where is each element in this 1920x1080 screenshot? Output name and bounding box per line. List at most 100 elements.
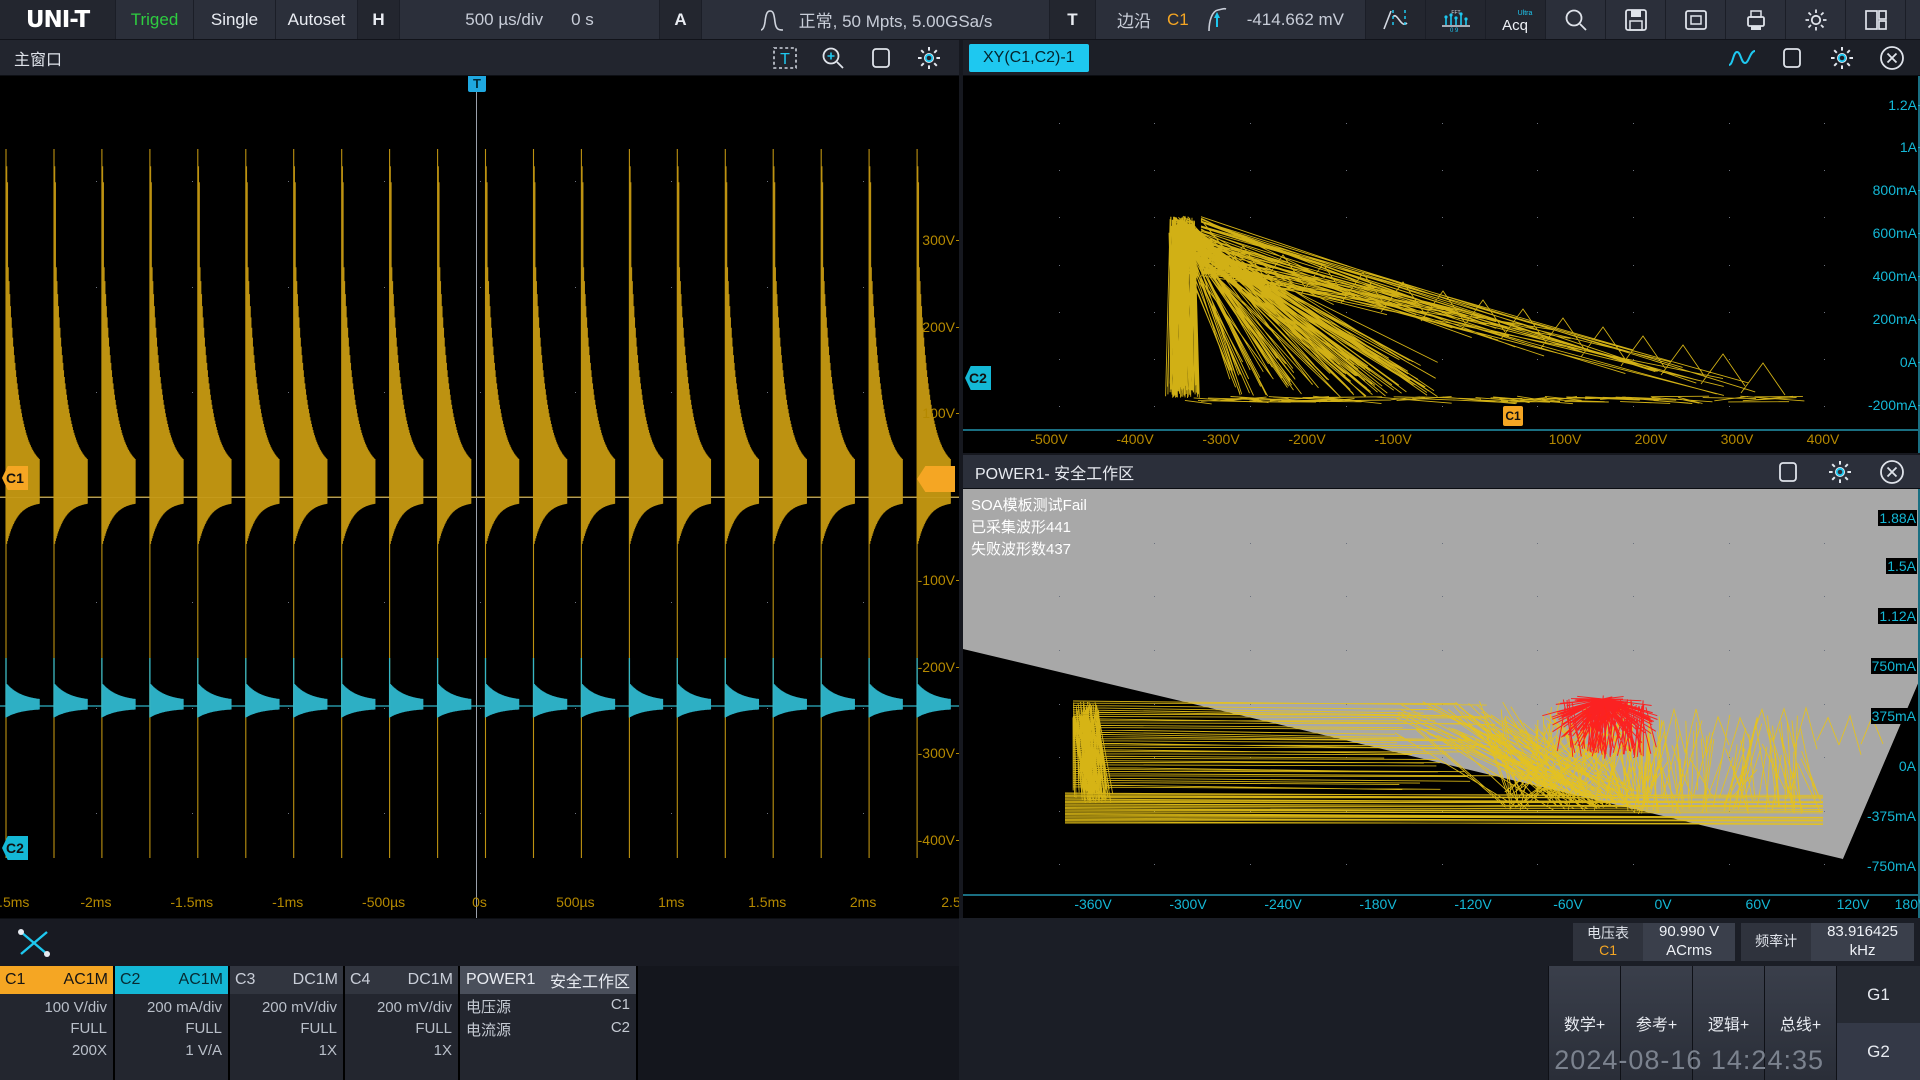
trigger-status-button[interactable]: Triged: [116, 0, 194, 39]
xy-tab[interactable]: XY(C1,C2)-1: [969, 43, 1089, 72]
trigger-position-marker[interactable]: T: [468, 76, 486, 92]
maximize-glyph: [872, 47, 890, 68]
search-glyph: [1565, 9, 1587, 31]
channel-c1-coupling: AC1M: [63, 971, 108, 988]
measure-icon[interactable]: [1366, 0, 1426, 39]
channel-c3[interactable]: C3 DC1M 200 mV/div FULL 1X: [230, 966, 345, 1080]
power-panel[interactable]: POWER1 安全工作区 电压源 C1 电流源 C2: [460, 966, 638, 1080]
save-icon[interactable]: [1606, 0, 1666, 39]
settings-icon[interactable]: [913, 43, 945, 73]
autoset-button[interactable]: Autoset: [276, 0, 358, 39]
power-voltage-source-value: C1: [610, 996, 630, 1013]
settings-icon[interactable]: [1824, 457, 1856, 487]
group-g2-button[interactable]: G2: [1837, 1023, 1920, 1080]
xy-y-tick-label: 0A: [1899, 354, 1920, 370]
settings-icon[interactable]: [1826, 43, 1858, 73]
xy-y-tick-label: 1.2A: [1888, 97, 1920, 113]
ultra-acq-icon[interactable]: Ultra Acq: [1486, 0, 1546, 39]
soa-plot-area[interactable]: SOA模板测试Fail 已采集波形441 失败波形数437 -360V -300V…: [963, 489, 1920, 918]
group-g1-button[interactable]: G1: [1837, 966, 1920, 1023]
channel-c3-header[interactable]: C3 DC1M: [230, 966, 343, 994]
frequency-value: 83.916425: [1827, 923, 1898, 941]
main-waveform-grid[interactable]: T C1 C2 300V 200V 100V -100V -200V -300V -400V…: [0, 76, 959, 918]
voltage-tick-label: 300V: [922, 232, 959, 248]
close-icon[interactable]: [1876, 43, 1908, 73]
channel-bar: C1 AC1M 100 V/div FULL 200X C2 AC1M 200 …: [0, 966, 959, 1080]
maximize-icon[interactable]: [1772, 457, 1804, 487]
print-icon[interactable]: [1726, 0, 1786, 39]
maximize-glyph: [1783, 47, 1801, 68]
bottom-bar-spacer: [959, 966, 1548, 1080]
trigger-settings[interactable]: 边沿 C1 -414.662 mV: [1096, 0, 1366, 39]
xy-x-tick-label: -300V: [1202, 431, 1240, 447]
trigger-position-icon[interactable]: T: [769, 43, 801, 73]
maximize-icon[interactable]: [1776, 43, 1808, 73]
screenshot-icon[interactable]: [1666, 0, 1726, 39]
xy-plot-area[interactable]: C2 C1 -500V -400V -300V -200V -100V 100V 200V 3…: [963, 76, 1920, 453]
acquire-waveform-icon: [760, 9, 783, 31]
channel-c1-header[interactable]: C1 AC1M: [0, 966, 113, 994]
channel-c2[interactable]: C2 AC1M 200 mA/div FULL 1 V/A: [115, 966, 230, 1080]
soa-x-tick-label: -360V: [1074, 896, 1112, 912]
soa-y-tick-label: 750mA: [1870, 658, 1917, 674]
close-icon[interactable]: [1876, 457, 1908, 487]
maximize-icon[interactable]: [865, 43, 897, 73]
xy-y-tick-label: 800mA: [1872, 182, 1920, 198]
trigger-indicator[interactable]: T: [1050, 0, 1096, 39]
channel-c3-coupling: DC1M: [292, 971, 338, 988]
soa-x-axis-labels: -360V -300V -240V -180V -120V -60V 0V 60V 120V 18…: [963, 896, 1920, 916]
search-icon[interactable]: [1546, 0, 1606, 39]
timebase-value: 500 µs/div: [465, 9, 544, 29]
soa-window: POWER1- 安全工作区 SOA模板测试Fail 已采集波形441 失败波形数…: [963, 455, 1920, 918]
measurement-frequency-counter[interactable]: 频率计 83.916425 kHz: [1741, 923, 1914, 961]
acquire-settings[interactable]: 正常, 50 Mpts, 5.00GSa/s: [702, 0, 1050, 39]
power-panel-name: POWER1: [466, 971, 536, 988]
horizontal-indicator[interactable]: H: [358, 0, 400, 39]
voltage-tick-label: 200V: [922, 319, 959, 335]
layout-icon[interactable]: [1846, 0, 1906, 39]
soa-x-tick-label: -180V: [1359, 896, 1397, 912]
measurement-voltmeter[interactable]: 电压表 C1 90.990 V ACrms: [1573, 923, 1736, 961]
xy-x-tick-label: 300V: [1720, 431, 1754, 447]
xy-y-tick-label: -200mA: [1867, 397, 1920, 413]
main-window: 主窗口 T T C1 C2 300V 200V 100V -100V -200V…: [0, 40, 959, 918]
horizontal-settings[interactable]: 500 µs/div 0 s: [400, 0, 660, 39]
group-buttons: G1 G2: [1836, 966, 1920, 1080]
soa-y-tick-label: 1.88A: [1878, 510, 1917, 526]
waveform-icon[interactable]: [1726, 43, 1758, 73]
acquire-mode-button[interactable]: Single: [194, 0, 276, 39]
voltage-tick-label: -100V: [917, 572, 959, 588]
soa-x-tick-label: -60V: [1553, 896, 1583, 912]
channel-c4-probe: 1X: [433, 1041, 452, 1059]
acquire-indicator[interactable]: A: [660, 0, 702, 39]
power-panel-header[interactable]: POWER1 安全工作区: [460, 966, 636, 994]
cursor-tool-icon[interactable]: [10, 923, 58, 963]
channel-c4[interactable]: C4 DC1M 200 mV/div FULL 1X: [345, 966, 460, 1080]
soa-info-text: SOA模板测试Fail 已采集波形441 失败波形数437: [971, 495, 1087, 560]
zoom-icon[interactable]: [817, 43, 849, 73]
channel-c2-scale: 200 mA/div: [146, 999, 222, 1016]
svg-text:Ultra: Ultra: [1517, 10, 1532, 17]
channel-c4-header[interactable]: C4 DC1M: [345, 966, 458, 994]
soa-failed-count: 失败波形数437: [971, 540, 1072, 558]
xy-channel1-cursor[interactable]: C1: [1503, 406, 1523, 426]
time-tick-label: -1ms: [272, 894, 304, 910]
xy-x-tick-label: 400V: [1806, 431, 1840, 447]
channel-c2-header[interactable]: C2 AC1M: [115, 966, 228, 994]
close-glyph: [1880, 459, 1904, 484]
power-panel-mode: 安全工作区: [549, 974, 630, 991]
settings-icon[interactable]: [1786, 0, 1846, 39]
power-voltage-source-label: 电压源: [466, 999, 512, 1016]
channel-c3-probe: 1X: [318, 1041, 337, 1059]
channel-c3-name: C3: [235, 971, 256, 988]
svg-text:Acq: Acq: [1502, 17, 1528, 34]
xy-x-tick-label: -400V: [1116, 431, 1154, 447]
gear-glyph: [1831, 46, 1853, 69]
fft-icon[interactable]: FFT 0 9: [1426, 0, 1486, 39]
soa-y-tick-label: 1.5A: [1886, 558, 1917, 574]
soa-trace: [1064, 695, 1884, 825]
brand-label: UNI-T: [25, 6, 90, 33]
channel-c1[interactable]: C1 AC1M 100 V/div FULL 200X: [0, 966, 115, 1080]
channel-c1-bandwidth: FULL: [70, 1020, 107, 1038]
top-toolbar: UNI-T Triged Single Autoset H 500 µs/div…: [0, 0, 1920, 40]
